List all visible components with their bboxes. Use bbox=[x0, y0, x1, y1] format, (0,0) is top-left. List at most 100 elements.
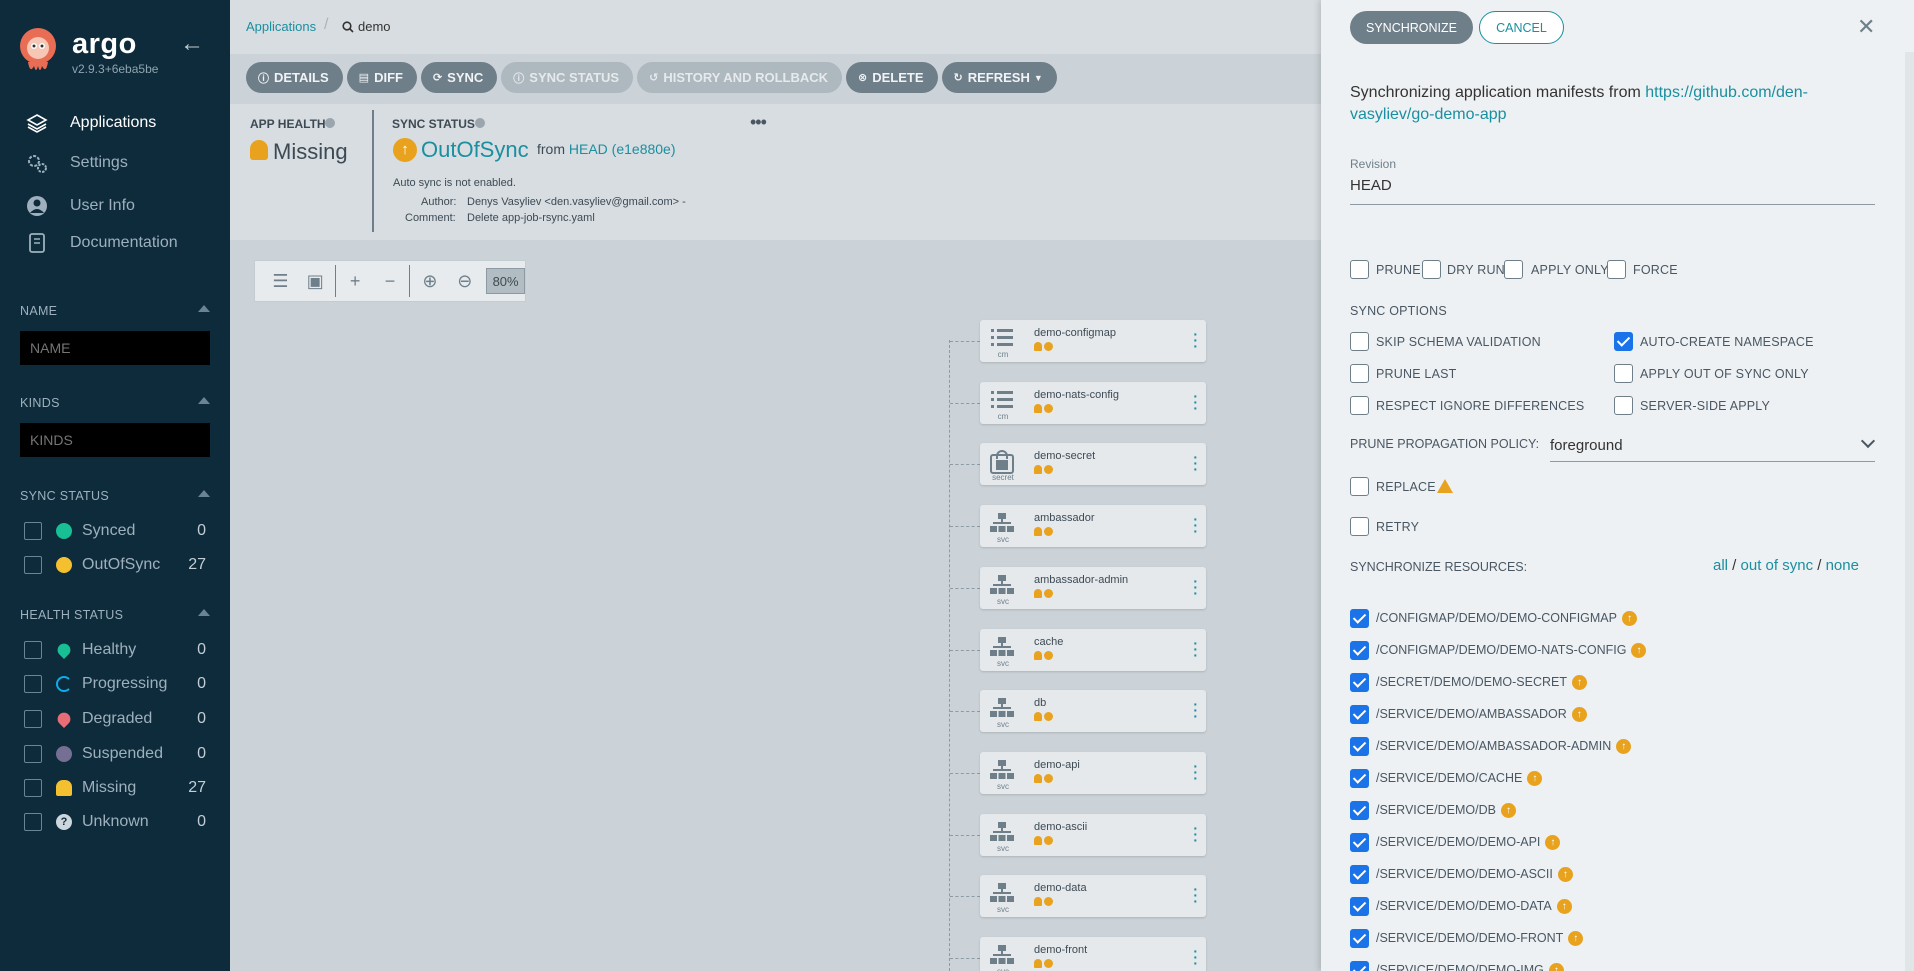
force-checkbox[interactable] bbox=[1607, 260, 1626, 279]
resource-checkbox[interactable] bbox=[1350, 960, 1369, 971]
filter-checkbox[interactable] bbox=[24, 813, 42, 831]
search-filter[interactable]: demo bbox=[342, 19, 391, 34]
fit-screen-icon[interactable]: ▣ bbox=[298, 266, 333, 296]
node-menu-icon[interactable]: · · · bbox=[1193, 512, 1198, 538]
expand-plus-icon[interactable]: + bbox=[338, 266, 373, 296]
select-none-link[interactable]: none bbox=[1826, 557, 1859, 574]
sync-resource-row[interactable]: /SERVICE/DEMO/DB ↑ bbox=[1350, 799, 1516, 821]
resource-node[interactable]: svc ambassador-admin · · · bbox=[980, 566, 1206, 609]
node-menu-icon[interactable]: · · · bbox=[1193, 327, 1198, 353]
select-all-link[interactable]: all bbox=[1713, 557, 1728, 574]
sync-status-collapse-icon[interactable] bbox=[198, 490, 210, 497]
filter-checkbox[interactable] bbox=[24, 556, 42, 574]
node-menu-icon[interactable]: · · · bbox=[1193, 759, 1198, 785]
help-icon[interactable] bbox=[325, 118, 335, 128]
sync-resource-row[interactable]: /SERVICE/DEMO/DEMO-ASCII ↑ bbox=[1350, 863, 1573, 885]
apply-out-of-sync-only-checkbox[interactable] bbox=[1614, 364, 1633, 383]
node-menu-icon[interactable]: · · · bbox=[1193, 882, 1198, 908]
kinds-filter-input[interactable] bbox=[20, 423, 210, 457]
skip-schema-validation-checkbox[interactable] bbox=[1350, 332, 1369, 351]
resource-node[interactable]: svc ambassador · · · bbox=[980, 505, 1206, 548]
argo-logo-icon[interactable] bbox=[18, 26, 58, 76]
replace-checkbox[interactable] bbox=[1350, 477, 1369, 496]
breadcrumb-applications[interactable]: Applications bbox=[246, 19, 316, 34]
resource-checkbox[interactable] bbox=[1350, 736, 1369, 756]
align-left-icon[interactable]: ☰ bbox=[263, 266, 298, 296]
help-icon[interactable] bbox=[475, 118, 485, 128]
resource-node[interactable]: svc demo-front ··· bbox=[980, 937, 1206, 971]
resource-node[interactable]: svc demo-data · · · bbox=[980, 875, 1206, 918]
apply-only-checkbox[interactable] bbox=[1504, 260, 1523, 279]
details-button[interactable]: ⓘ DETAILS bbox=[246, 62, 343, 93]
filter-outofsync[interactable]: OutOfSync 27 bbox=[24, 554, 206, 576]
node-menu-icon[interactable]: · · · bbox=[1193, 450, 1198, 476]
resource-checkbox[interactable] bbox=[1350, 608, 1369, 628]
panel-scrollbar[interactable] bbox=[1905, 52, 1914, 971]
resource-node[interactable]: svc db · · · bbox=[980, 690, 1206, 733]
sync-resource-row[interactable]: /SERVICE/DEMO/DEMO-API ↑ bbox=[1350, 831, 1561, 853]
sync-resource-row[interactable]: /SERVICE/DEMO/CACHE ↑ bbox=[1350, 767, 1543, 789]
revision-input[interactable]: HEAD bbox=[1350, 177, 1875, 205]
sync-button[interactable]: ⟳ SYNC bbox=[420, 62, 498, 93]
sync-status-button[interactable]: ⓘ SYNC STATUS bbox=[501, 62, 634, 93]
more-options-icon[interactable]: ••• bbox=[750, 112, 767, 133]
resource-node[interactable]: secret demo-secret · · · bbox=[980, 443, 1206, 486]
prune-propagation-policy-select[interactable]: foreground bbox=[1550, 428, 1876, 462]
filter-missing[interactable]: Missing 27 bbox=[24, 777, 206, 799]
sync-resource-row[interactable]: /SERVICE/DEMO/AMBASSADOR ↑ bbox=[1350, 703, 1587, 725]
resource-checkbox[interactable] bbox=[1350, 864, 1369, 884]
filter-checkbox[interactable] bbox=[24, 710, 42, 728]
resource-node[interactable]: svc demo-api · · · bbox=[980, 751, 1206, 794]
resource-checkbox[interactable] bbox=[1350, 704, 1369, 724]
node-menu-icon[interactable]: · · · bbox=[1193, 821, 1198, 847]
nav-settings[interactable]: Settings bbox=[26, 149, 128, 177]
health-status-collapse-icon[interactable] bbox=[198, 609, 210, 616]
filter-degraded[interactable]: Degraded 0 bbox=[24, 708, 206, 730]
auto-create-namespace-checkbox[interactable] bbox=[1614, 332, 1633, 351]
resource-node[interactable]: cm demo-configmap · · · bbox=[980, 320, 1206, 362]
filter-unknown[interactable]: ? Unknown 0 bbox=[24, 811, 206, 833]
node-menu-icon[interactable]: · · · bbox=[1193, 389, 1198, 415]
history-rollback-button[interactable]: ↺ HISTORY AND ROLLBACK bbox=[637, 62, 842, 93]
resource-checkbox[interactable] bbox=[1350, 672, 1369, 692]
resource-checkbox[interactable] bbox=[1350, 640, 1369, 660]
server-side-apply-checkbox[interactable] bbox=[1614, 396, 1633, 415]
resource-node[interactable]: svc demo-ascii · · · bbox=[980, 813, 1206, 856]
filter-checkbox[interactable] bbox=[24, 641, 42, 659]
zoom-in-icon[interactable]: ⊕ bbox=[412, 266, 447, 296]
prune-last-checkbox[interactable] bbox=[1350, 364, 1369, 383]
node-menu-icon[interactable]: · · · bbox=[1193, 636, 1198, 662]
node-menu-icon[interactable]: · · · bbox=[1193, 944, 1198, 970]
resource-checkbox[interactable] bbox=[1350, 768, 1369, 788]
name-filter-input[interactable] bbox=[20, 331, 210, 365]
synchronize-button[interactable]: SYNCHRONIZE bbox=[1350, 11, 1473, 44]
filter-progressing[interactable]: Progressing 0 bbox=[24, 673, 206, 695]
sync-resource-row[interactable]: /SERVICE/DEMO/DEMO-FRONT ↑ bbox=[1350, 927, 1584, 949]
close-icon[interactable]: ✕ bbox=[1857, 14, 1875, 40]
select-out-of-sync-link[interactable]: out of sync bbox=[1741, 557, 1814, 574]
filter-checkbox[interactable] bbox=[24, 779, 42, 797]
filter-synced[interactable]: Synced 0 bbox=[24, 520, 206, 542]
delete-button[interactable]: ⊗ DELETE bbox=[846, 62, 938, 93]
filter-checkbox[interactable] bbox=[24, 675, 42, 693]
resource-node[interactable]: cm demo-nats-config · · · bbox=[980, 381, 1206, 424]
collapse-minus-icon[interactable]: − bbox=[373, 266, 408, 296]
name-filter-collapse-icon[interactable] bbox=[198, 305, 210, 312]
filter-checkbox[interactable] bbox=[24, 745, 42, 763]
resource-checkbox[interactable] bbox=[1350, 896, 1369, 916]
sync-resource-row[interactable]: /SECRET/DEMO/DEMO-SECRET ↑ bbox=[1350, 671, 1587, 693]
sync-resource-row[interactable]: /SERVICE/DEMO/DEMO-IMG ↑ bbox=[1350, 959, 1564, 971]
nav-user-info[interactable]: User Info bbox=[26, 192, 135, 220]
retry-checkbox[interactable] bbox=[1350, 517, 1369, 536]
filter-suspended[interactable]: Suspended 0 bbox=[24, 743, 206, 765]
sync-resource-row[interactable]: /CONFIGMAP/DEMO/DEMO-CONFIGMAP ↑ bbox=[1350, 607, 1637, 629]
zoom-out-icon[interactable]: ⊖ bbox=[447, 266, 482, 296]
cancel-button[interactable]: CANCEL bbox=[1479, 11, 1564, 44]
kinds-filter-collapse-icon[interactable] bbox=[198, 397, 210, 404]
dry-run-checkbox[interactable] bbox=[1422, 260, 1441, 279]
sync-resource-row[interactable]: /SERVICE/DEMO/DEMO-DATA ↑ bbox=[1350, 895, 1572, 917]
resource-checkbox[interactable] bbox=[1350, 928, 1369, 948]
respect-ignore-differences-checkbox[interactable] bbox=[1350, 396, 1369, 415]
revision-link[interactable]: HEAD (e1e880e) bbox=[569, 141, 676, 157]
resource-node[interactable]: svc cache · · · bbox=[980, 628, 1206, 671]
